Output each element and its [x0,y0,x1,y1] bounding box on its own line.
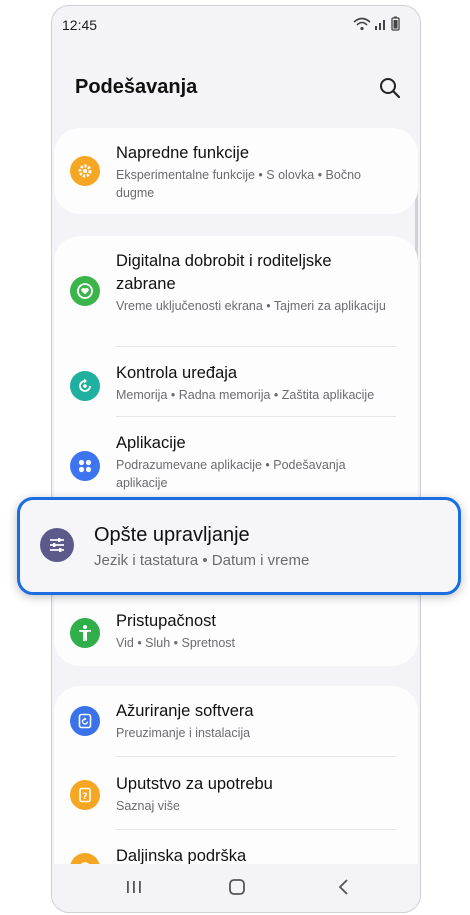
list-item-general-management[interactable]: Opšte upravljanje Jezik i tastatura • Da… [17,497,461,595]
update-icon [70,706,100,736]
status-bar: 12:45 [52,6,420,46]
item-subtitle: Preuzimanje i instalacija [116,726,251,740]
signal-icon [375,20,385,30]
divider [116,829,396,830]
divider [116,756,396,757]
battery-icon [391,16,400,31]
apps-grid-icon [70,451,100,481]
divider [116,346,396,347]
item-title: Ažuriranje softvera [116,702,254,720]
list-item-apps[interactable]: Aplikacije Podrazumevane aplikacije • Po… [54,421,418,506]
recent-apps-button[interactable] [124,878,148,898]
search-button[interactable] [378,76,402,100]
item-subtitle: Jezik i tastatura • Datum i vreme [94,552,310,569]
item-subtitle: Eksperimentalne funkcije • S olovka • Bo… [116,168,361,200]
item-title: Napredne funkcije [116,144,249,162]
item-subtitle: Podrazumevane aplikacije • Podešavanja a… [116,458,346,490]
home-icon [229,879,245,895]
item-title: Pristupačnost [116,612,216,630]
wifi-icon [353,17,371,31]
heart-circle-icon [70,276,100,306]
home-button[interactable] [227,878,251,898]
item-subtitle: Vid • Sluh • Spretnost [116,636,236,650]
list-item-device-care[interactable]: Kontrola uređaja Memorija • Radna memori… [54,351,418,411]
help-book-icon: ? [70,780,100,810]
phone-screen: 12:45 Podešavanja Napredne funkcije Eksp… [51,5,421,913]
page-title: Podešavanja [75,76,198,98]
refresh-icon [70,371,100,401]
svg-text:?: ? [82,792,87,802]
list-item-user-manual[interactable]: ? Uputstvo za upotrebu Saznaj više [54,760,418,825]
status-time: 12:45 [62,17,98,33]
item-subtitle: Saznaj više [116,799,180,813]
sliders-icon [40,528,74,562]
item-title: Aplikacije [116,434,186,452]
list-item-advanced-features[interactable]: Napredne funkcije Eksperimentalne funkci… [54,128,418,214]
search-icon [380,78,401,99]
item-title: Kontrola uređaja [116,364,238,382]
item-subtitle: Vreme uključenosti ekrana • Tajmeri za a… [116,299,386,313]
navigation-bar [52,864,420,912]
status-icons [353,16,400,31]
item-title: Digitalna dobrobit i roditeljske zabrane [116,252,332,293]
accessibility-icon [70,618,100,648]
back-icon [338,879,348,895]
list-item-accessibility[interactable]: Pristupačnost Vid • Sluh • Spretnost [54,601,418,661]
back-button[interactable] [334,878,358,898]
item-title: Opšte upravljanje [94,524,250,546]
list-item-software-update[interactable]: Ažuriranje softvera Preuzimanje i instal… [54,686,418,751]
recent-apps-icon [127,881,141,893]
settings-card: Napredne funkcije Eksperimentalne funkci… [54,128,418,214]
gear-icon [70,156,100,186]
divider [116,416,396,417]
list-item-digital-wellbeing[interactable]: Digitalna dobrobit i roditeljske zabrane… [54,236,418,336]
item-subtitle: Memorija • Radna memorija • Zaštita apli… [116,388,375,402]
settings-card: Digitalna dobrobit i roditeljske zabrane… [54,236,418,666]
item-title: Uputstvo za upotrebu [116,775,273,793]
